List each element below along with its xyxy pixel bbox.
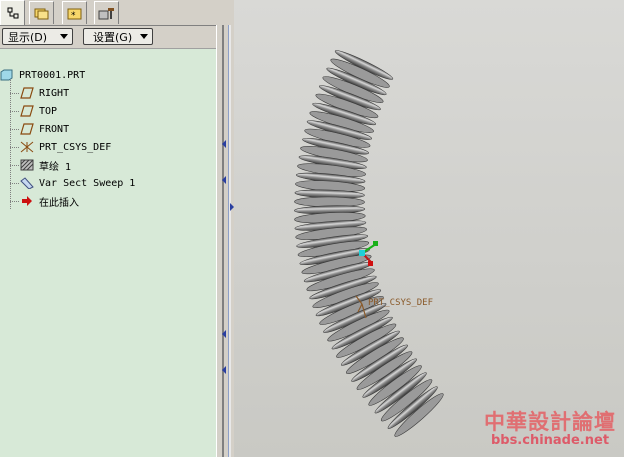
tree-item-csys[interactable]: PRT_CSYS_DEF [20,138,111,156]
tree-item-label: 草绘 1 [39,161,72,173]
tree-item-right[interactable]: RIGHT [20,84,69,102]
folder-browser-icon [34,8,48,20]
tree-item-sweep[interactable]: Var Sect Sweep 1 [20,174,135,192]
tree-item-label: Var Sect Sweep 1 [39,177,136,189]
svg-text:*: * [71,11,76,20]
tree-branch-line [10,183,19,184]
tree-guide-line [10,71,11,209]
splitter-arrows-icon [222,140,234,374]
tree-toolbar: 显示(D) 设置(G) [0,25,216,48]
tab-folder-browser[interactable] [29,1,54,24]
datum-plane-icon [20,87,34,99]
tree-item-label: TOP [39,105,58,117]
settings-menu-label: 设置(G) [93,30,133,44]
chevron-down-icon [60,34,68,39]
tree-branch-line [10,147,19,148]
favorites-icon: * [67,8,81,20]
csys-icon [20,141,34,153]
csys-label: PRT_CSYS_DEF [368,298,434,308]
tools-icon [98,8,114,20]
bellows-model [294,50,444,437]
tree-item-insert-here[interactable]: 在此插入 [20,192,79,210]
navigator-tabs: * [0,0,222,25]
tree-root-label: PRT0001.PRT [19,69,86,81]
tree-branch-line [10,93,19,94]
tab-tools[interactable] [94,1,119,24]
datum-plane-icon [20,105,34,117]
watermark: 中華設計論壇 bbs.chinade.net [484,411,616,449]
graphics-viewport[interactable]: PRT_CSYS_DEF 中華設計論壇 bbs.chinade.net [234,0,624,457]
watermark-title: 中華設計論壇 [484,409,616,434]
model-tree-icon [7,7,18,19]
settings-menu-button[interactable]: 设置(G) [83,28,153,45]
sketch-icon [20,159,34,171]
model-tree: PRT0001.PRT RIGHT TOP FRONT PRT_CSYS_DEF… [0,48,216,457]
tree-item-front[interactable]: FRONT [20,120,69,138]
insert-here-icon [20,195,34,207]
tree-branch-line [10,111,19,112]
tree-item-label: PRT_CSYS_DEF [39,141,112,153]
tree-branch-line [10,165,19,166]
tree-item-label: 在此插入 [39,197,79,209]
tree-item-top[interactable]: TOP [20,102,57,120]
model-tree-panel: * 显示(D) 设置(G) PRT0001.PRT RIGHT TOP FRON… [0,0,222,457]
tree-item-label: FRONT [39,123,70,135]
tree-item-label: RIGHT [39,87,70,99]
tree-branch-line [10,129,19,130]
tab-favorites[interactable]: * [62,1,87,24]
tree-root-part[interactable]: PRT0001.PRT [0,66,85,84]
watermark-url: bbs.chinade.net [490,433,610,448]
part-icon [0,69,14,81]
panel-splitter[interactable] [216,25,235,457]
chevron-down-icon [140,34,148,39]
datum-plane-icon [20,123,34,135]
bellows-rings [294,50,444,437]
show-menu-label: 显示(D) [8,30,48,44]
sweep-icon [20,177,34,190]
tree-branch-line [10,201,19,202]
tree-item-sketch[interactable]: 草绘 1 [20,156,71,174]
tab-model-tree[interactable] [0,0,25,25]
show-menu-button[interactable]: 显示(D) [2,28,73,45]
